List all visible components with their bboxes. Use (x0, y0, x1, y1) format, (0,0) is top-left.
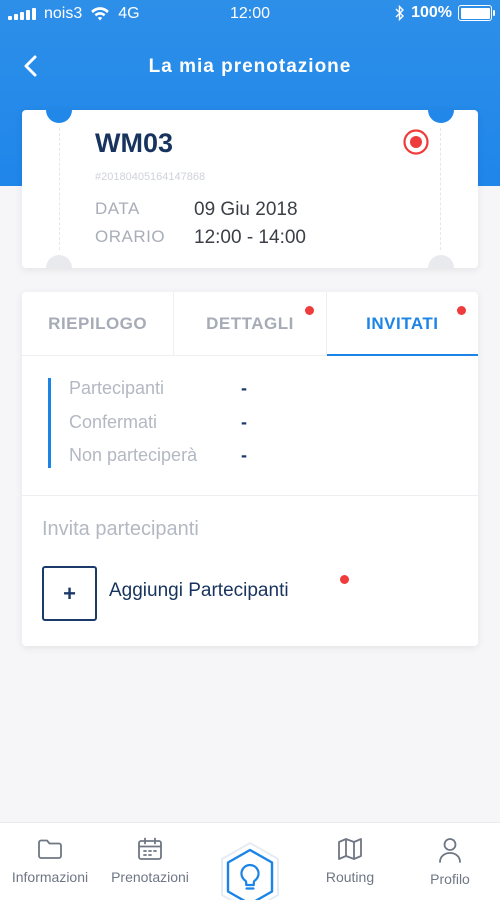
invite-title: Invita partecipanti (42, 518, 199, 540)
date-label: DATA (95, 199, 140, 218)
nav-routing[interactable]: Routing (300, 823, 400, 900)
participants-summary: Partecipanti - Confermati - Non partecip… (48, 378, 448, 468)
room-name: WM03 (95, 128, 174, 158)
folder-icon (38, 839, 62, 859)
tab-invitati[interactable]: INVITATI (325, 292, 479, 356)
tab-bar: RIEPILOGO DETTAGLI INVITATI (22, 292, 479, 356)
user-icon (439, 838, 461, 863)
notification-dot (340, 575, 349, 584)
time-value: 12:00 - 14:00 (194, 227, 306, 248)
details-card: RIEPILOGO DETTAGLI INVITATI Partecipanti… (22, 292, 479, 646)
calendar-icon (138, 837, 162, 860)
nav-label: Informazioni (11, 869, 89, 885)
map-icon (338, 838, 362, 860)
booking-code: #20180405164147868 (95, 171, 206, 183)
nav-label: Profilo (430, 871, 470, 887)
add-participants-button[interactable]: + (42, 566, 97, 621)
participants-label: Partecipanti (69, 378, 165, 398)
status-bar: nois3 4G 12:00 100% (0, 0, 500, 30)
notification-dot (304, 306, 314, 315)
declined-value: - (241, 445, 247, 465)
nav-profilo[interactable]: Profilo (400, 823, 500, 900)
booking-ticket: WM03 #20180405164147868 DATA 09 Giu 2018… (22, 110, 478, 268)
notification-dot (456, 306, 466, 315)
nav-home[interactable] (200, 823, 300, 900)
target-icon[interactable] (402, 128, 430, 156)
tab-dettagli[interactable]: DETTAGLI (173, 292, 325, 355)
add-participants-label[interactable]: Aggiungi Partecipanti (109, 580, 289, 602)
time-label: ORARIO (95, 227, 166, 246)
confirmed-label: Confermati (69, 412, 158, 432)
bluetooth-icon (395, 5, 405, 21)
battery-icon (458, 5, 495, 21)
date-value: 09 Giu 2018 (194, 199, 298, 220)
page-title: La mia prenotazione (148, 56, 352, 77)
declined-label: Non parteciperà (69, 445, 198, 465)
nav-informazioni[interactable]: Informazioni (0, 823, 100, 900)
divider (22, 495, 478, 496)
confirmed-value: - (241, 412, 247, 432)
nav-prenotazioni[interactable]: Prenotazioni (100, 823, 200, 900)
participants-value: - (241, 378, 247, 398)
nav-label: Prenotazioni (111, 869, 189, 885)
nav-label: Routing (325, 869, 375, 885)
battery-percent: 100% (411, 4, 452, 21)
bottom-nav: Informazioni Prenotazioni Routing Profil… (0, 822, 500, 900)
tab-riepilogo[interactable]: RIEPILOGO (22, 292, 173, 355)
lightbulb-icon (221, 841, 279, 900)
